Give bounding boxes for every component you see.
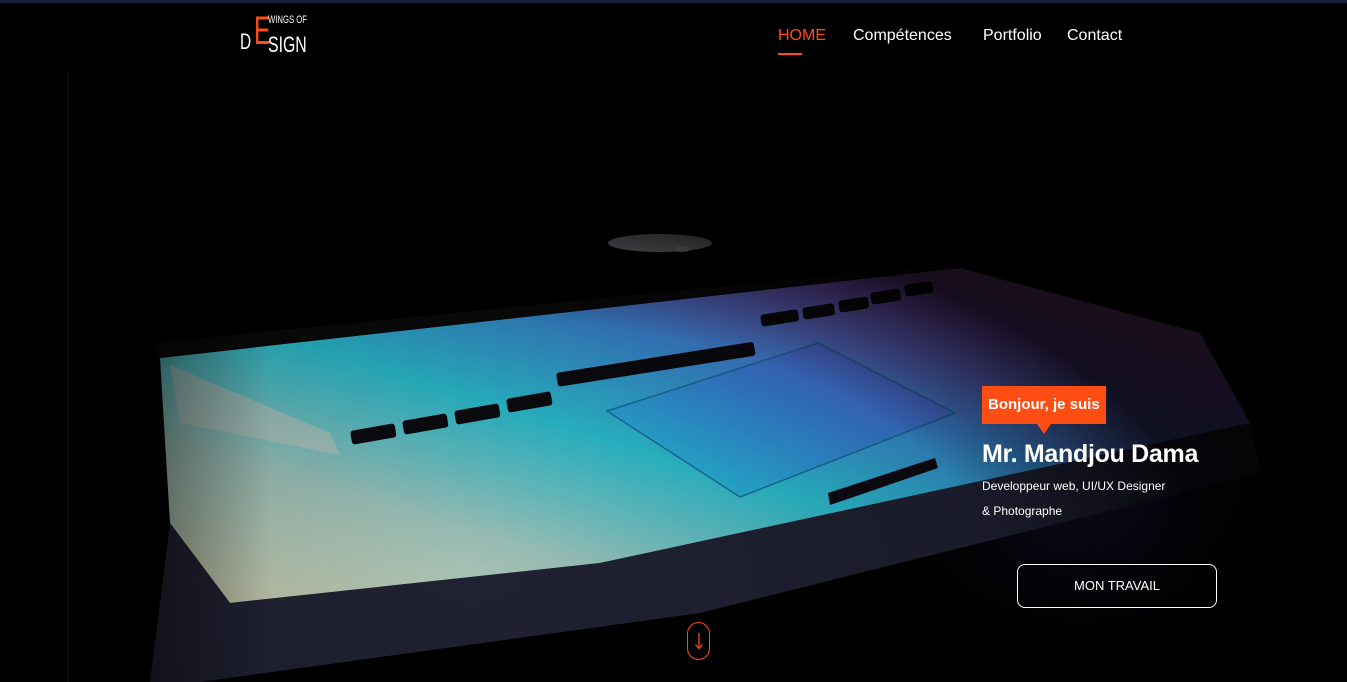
mon-travail-button[interactable]: MON TRAVAIL	[1017, 564, 1217, 608]
hero-role-line2: & Photographe	[982, 504, 1063, 518]
arrow-down-icon	[695, 633, 703, 650]
scroll-down-button[interactable]	[687, 622, 710, 660]
hero-name: Mr. Mandjou Dama	[982, 440, 1199, 468]
logo-wings-of: WINGS OF	[268, 14, 307, 26]
nav-portfolio[interactable]: Portfolio	[983, 27, 1042, 45]
main-navigation: HOME Compétences Portfolio Contact	[0, 27, 1347, 57]
nav-contact[interactable]: Contact	[1067, 27, 1122, 45]
hero-role-line1: Developpeur web, UI/UX Designer	[982, 479, 1166, 493]
hero-section: E D WINGS OF SIGN HOME Compétences Portf…	[0, 3, 1347, 682]
greeting-badge-tail	[1037, 424, 1051, 434]
nav-active-indicator	[778, 53, 802, 55]
greeting-badge: Bonjour, je suis	[982, 386, 1106, 424]
nav-home[interactable]: HOME	[778, 27, 826, 45]
nav-competences[interactable]: Compétences	[853, 27, 952, 45]
